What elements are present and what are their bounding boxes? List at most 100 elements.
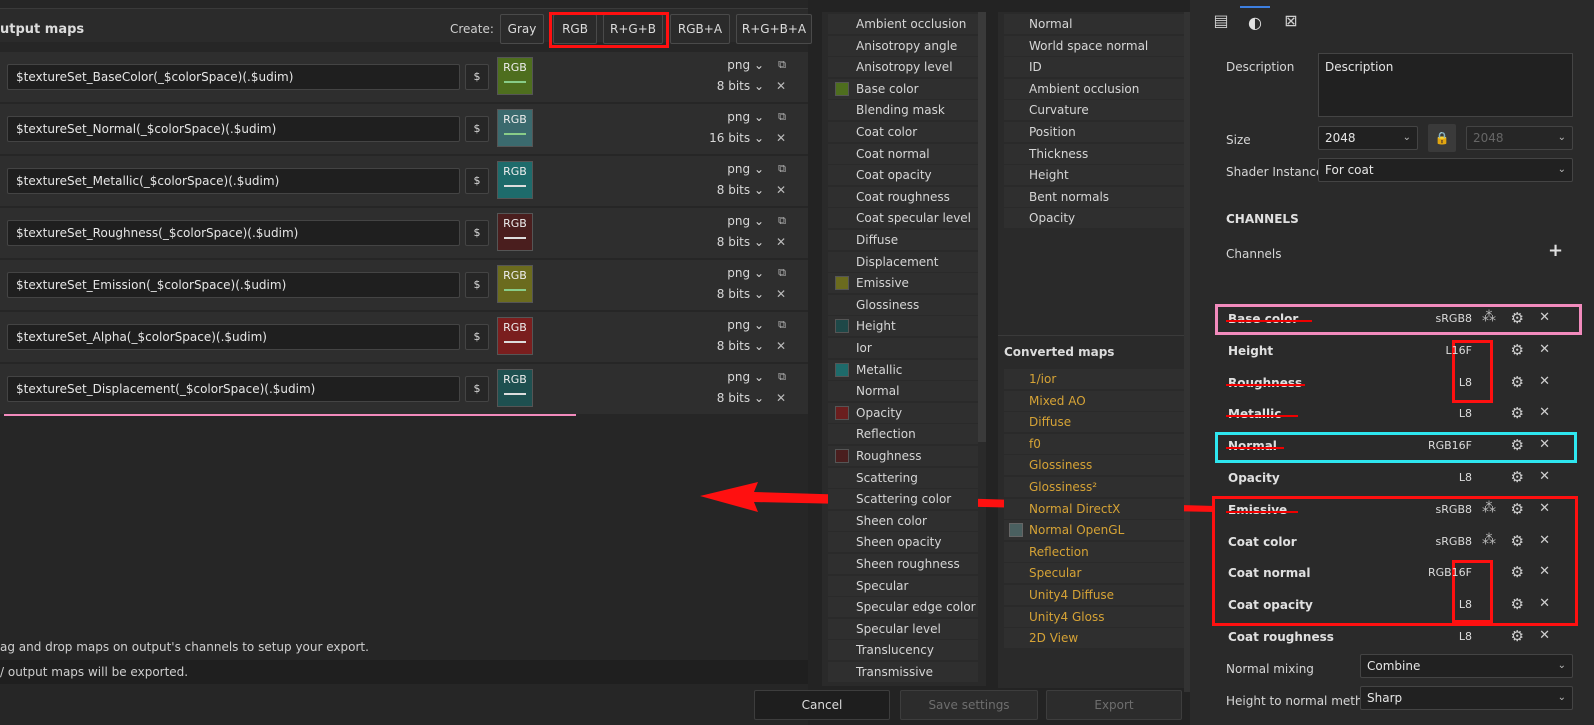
output-map-name-input[interactable]: $textureSet_Alpha(_$colorSpace)(.$udim) — [7, 324, 460, 350]
bits-select[interactable]: 8 bits ⌄ — [717, 391, 764, 405]
converted-map-item[interactable]: Normal DirectX — [1004, 498, 1184, 519]
close-icon[interactable]: ✕ — [1539, 533, 1550, 548]
add-channel-icon[interactable]: + — [1548, 240, 1563, 261]
close-icon[interactable]: ✕ — [1539, 469, 1550, 484]
lock-icon[interactable]: 🔒 — [1428, 124, 1456, 152]
mesh-map-item[interactable]: Height — [1004, 165, 1184, 186]
close-icon[interactable]: ✕ — [1539, 374, 1550, 389]
input-map-item[interactable]: Height — [828, 316, 978, 337]
copy-icon[interactable]: ⧉ — [778, 58, 786, 72]
settings-tab-icon[interactable]: ▤ — [1206, 6, 1236, 36]
bits-select[interactable]: 8 bits ⌄ — [717, 235, 764, 249]
close-icon[interactable]: ✕ — [1539, 564, 1550, 579]
gear-icon[interactable]: ⚙ — [1511, 341, 1524, 359]
channel-row[interactable]: Coat opacity L8 ⚙ ✕ — [1220, 592, 1564, 620]
input-map-item[interactable]: Emissive — [828, 273, 978, 294]
channel-row[interactable]: Coat normal RGB16F ⚙ ✕ — [1220, 560, 1564, 588]
copy-icon[interactable]: ⧉ — [778, 162, 786, 176]
input-map-item[interactable]: Coat specular level — [828, 208, 978, 229]
mesh-map-item[interactable]: Position — [1004, 122, 1184, 142]
input-map-item[interactable]: Specular — [828, 575, 978, 596]
converted-map-item[interactable]: Specular — [1004, 563, 1184, 584]
channel-row[interactable]: Opacity L8 ⚙ ✕ — [1220, 465, 1564, 493]
gear-icon[interactable]: ⚙ — [1511, 627, 1524, 645]
output-map-name-input[interactable]: $textureSet_BaseColor(_$colorSpace)(.$ud… — [7, 64, 460, 90]
create-r-g-b-a-button[interactable]: R+G+B+A — [736, 14, 812, 44]
format-select[interactable]: png ⌄ — [727, 58, 764, 72]
converted-map-item[interactable]: 1/ior — [1004, 369, 1184, 389]
gear-icon[interactable]: ⚙ — [1511, 309, 1524, 327]
input-map-item[interactable]: Sheen opacity — [828, 532, 978, 553]
gear-icon[interactable]: ⚙ — [1511, 595, 1524, 613]
material-tab-icon[interactable]: ◐ — [1240, 6, 1270, 36]
output-map-name-input[interactable]: $textureSet_Metallic(_$colorSpace)(.$udi… — [7, 168, 460, 194]
input-map-item[interactable]: Coat color — [828, 122, 978, 142]
dollar-button[interactable]: $ — [465, 272, 489, 298]
mesh-map-item[interactable]: ID — [1004, 57, 1184, 78]
close-icon[interactable]: ✕ — [1539, 342, 1550, 357]
input-map-item[interactable]: Ior — [828, 338, 978, 358]
format-select[interactable]: png ⌄ — [727, 110, 764, 124]
bits-select[interactable]: 8 bits ⌄ — [717, 287, 764, 301]
description-field[interactable]: Description — [1318, 53, 1573, 117]
close-icon[interactable]: ✕ — [776, 79, 786, 93]
copy-icon[interactable]: ⧉ — [778, 110, 786, 124]
close-icon[interactable]: ✕ — [1539, 405, 1550, 420]
channel-chip[interactable]: RGB — [497, 369, 533, 407]
input-map-item[interactable]: Anisotropy level — [828, 57, 978, 78]
converted-map-item[interactable]: Diffuse — [1004, 412, 1184, 433]
channel-row[interactable]: Height L16F ⚙ ✕ — [1220, 338, 1564, 366]
channel-chip[interactable]: RGB — [497, 265, 533, 303]
converted-map-item[interactable]: Glossiness — [1004, 455, 1184, 476]
dollar-button[interactable]: $ — [465, 324, 489, 350]
converted-map-item[interactable]: Mixed AO — [1004, 390, 1184, 411]
save-settings-button[interactable]: Save settings — [900, 690, 1038, 720]
gear-icon[interactable]: ⚙ — [1511, 532, 1524, 550]
dollar-button[interactable]: $ — [465, 220, 489, 246]
input-map-item[interactable]: Displacement — [828, 251, 978, 272]
input-map-item[interactable]: Specular level — [828, 618, 978, 639]
close-icon[interactable]: ✕ — [776, 391, 786, 405]
gear-icon[interactable]: ⚙ — [1511, 500, 1524, 518]
input-map-item[interactable]: Coat opacity — [828, 165, 978, 186]
mesh-map-item[interactable]: Thickness — [1004, 143, 1184, 164]
uv-tab-icon[interactable]: ⊠ — [1276, 6, 1306, 36]
channel-row[interactable]: Roughness L8 ⚙ ✕ — [1220, 370, 1564, 398]
normal-mixing-select[interactable]: Combine ⌄ — [1360, 654, 1573, 678]
close-icon[interactable]: ✕ — [776, 131, 786, 145]
gear-icon[interactable]: ⚙ — [1511, 468, 1524, 486]
blend-icon[interactable]: ⁂ — [1482, 532, 1496, 548]
input-map-item[interactable]: Anisotropy angle — [828, 35, 978, 56]
input-map-item[interactable]: Base color — [828, 78, 978, 99]
copy-icon[interactable]: ⧉ — [778, 214, 786, 228]
create-gray-button[interactable]: Gray — [500, 14, 544, 44]
gear-icon[interactable]: ⚙ — [1511, 404, 1524, 422]
channel-chip[interactable]: RGB — [497, 213, 533, 251]
gear-icon[interactable]: ⚙ — [1511, 436, 1524, 454]
input-map-item[interactable]: Scattering color — [828, 489, 978, 510]
input-map-item[interactable]: Sheen roughness — [828, 554, 978, 574]
channel-chip[interactable]: RGB — [497, 317, 533, 355]
converted-map-item[interactable]: Normal OpenGL — [1004, 520, 1184, 541]
close-icon[interactable]: ✕ — [1539, 628, 1550, 643]
input-map-item[interactable]: Metallic — [828, 359, 978, 380]
converted-map-item[interactable]: Unity4 Diffuse — [1004, 585, 1184, 605]
dollar-button[interactable]: $ — [465, 168, 489, 194]
shader-instance-select[interactable]: For coat ⌄ — [1318, 158, 1573, 182]
format-select[interactable]: png ⌄ — [727, 318, 764, 332]
input-map-item[interactable]: Diffuse — [828, 230, 978, 250]
input-map-item[interactable]: Glossiness — [828, 294, 978, 315]
size-select[interactable]: 2048 ⌄ — [1318, 126, 1418, 150]
converted-map-item[interactable]: f0 — [1004, 433, 1184, 454]
close-icon[interactable]: ✕ — [1539, 437, 1550, 452]
close-icon[interactable]: ✕ — [776, 183, 786, 197]
input-map-item[interactable]: Ambient occlusion — [828, 14, 978, 34]
input-map-item[interactable]: Roughness — [828, 446, 978, 466]
input-map-item[interactable]: Blending mask — [828, 100, 978, 121]
channel-chip[interactable]: RGB — [497, 109, 533, 147]
format-select[interactable]: png ⌄ — [727, 266, 764, 280]
copy-icon[interactable]: ⧉ — [778, 370, 786, 384]
export-button[interactable]: Export — [1046, 690, 1182, 720]
cancel-button[interactable]: Cancel — [754, 690, 890, 720]
input-map-item[interactable]: Transmissive — [828, 662, 978, 682]
